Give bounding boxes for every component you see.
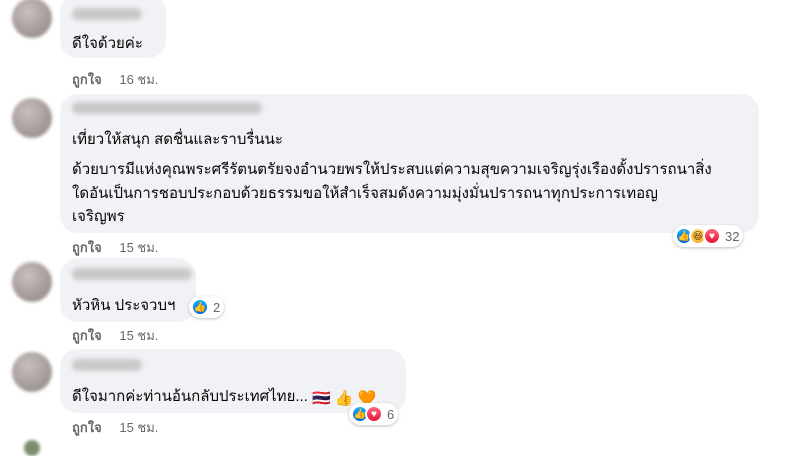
comment-text-body: ดีใจมากค่ะท่านอ้นกลับประเทศไทย... bbox=[72, 388, 308, 405]
comment-bubble: เที่ยวให้สนุก สดชื่นและราบรื่นนะ ด้วยบาร… bbox=[60, 94, 759, 233]
avatar[interactable] bbox=[12, 262, 52, 302]
thai-flag-icon: 🇹🇭 bbox=[312, 390, 331, 407]
comment-time[interactable]: 15 ชม. bbox=[119, 240, 158, 255]
comment-time[interactable]: 15 ชม. bbox=[119, 420, 158, 435]
avatar[interactable] bbox=[12, 0, 52, 38]
comment-time[interactable]: 16 ชม. bbox=[119, 72, 158, 87]
comment-meta: ถูกใจ 15 ชม. bbox=[72, 237, 158, 258]
comment-bubble: ดีใจด้วยค่ะ bbox=[60, 0, 166, 58]
like-icon: 👍 bbox=[191, 298, 209, 316]
reaction-summary[interactable]: 👍 ♥ 6 bbox=[349, 403, 399, 425]
love-icon: ♥ bbox=[365, 405, 383, 423]
comment-text: ดีใจด้วยค่ะ bbox=[72, 35, 143, 52]
commenter-name[interactable] bbox=[72, 268, 192, 280]
comment-text-line: เจริญพร bbox=[72, 208, 125, 225]
comment-bubble: หัวหิน ประจวบฯ bbox=[60, 258, 196, 322]
reaction-count: 32 bbox=[725, 228, 740, 244]
comment-text: ดีใจมากค่ะท่านอ้นกลับประเทศไทย... 🇹🇭 👍 🧡 bbox=[72, 387, 394, 409]
like-link[interactable]: ถูกใจ bbox=[72, 240, 102, 255]
comment-text-line: ด้วยบารมีแห่งคุณพระศรีรัตนตรัยจงอำนวยพรใ… bbox=[72, 161, 712, 178]
comment-time[interactable]: 15 ชม. bbox=[119, 328, 158, 343]
commenter-name[interactable] bbox=[72, 102, 262, 114]
love-icon: ♥ bbox=[703, 227, 721, 245]
comment-meta: ถูกใจ 15 ชม. bbox=[72, 325, 158, 346]
like-link[interactable]: ถูกใจ bbox=[72, 328, 102, 343]
avatar[interactable] bbox=[12, 98, 52, 138]
comment-text: หัวหิน ประจวบฯ bbox=[72, 297, 176, 314]
comment-meta: ถูกใจ 15 ชม. bbox=[72, 417, 158, 438]
avatar[interactable] bbox=[24, 440, 40, 456]
commenter-name[interactable] bbox=[72, 359, 142, 371]
like-link[interactable]: ถูกใจ bbox=[72, 72, 102, 87]
avatar[interactable] bbox=[12, 352, 52, 392]
comment-text-line: ใดอันเป็นการชอบประกอบด้วยธรรมขอให้สำเร็จ… bbox=[72, 185, 658, 202]
comment-meta: ถูกใจ 16 ชม. bbox=[72, 69, 158, 90]
comment-text-line: เที่ยวให้สนุก สดชื่นและราบรื่นนะ bbox=[72, 131, 283, 148]
commenter-name[interactable] bbox=[72, 8, 142, 20]
reaction-count: 6 bbox=[387, 406, 395, 422]
like-link[interactable]: ถูกใจ bbox=[72, 420, 102, 435]
reaction-count: 2 bbox=[213, 299, 221, 315]
reaction-summary[interactable]: 👍 😆 ♥ 32 bbox=[673, 225, 744, 247]
reaction-summary[interactable]: 👍 2 bbox=[189, 296, 225, 318]
